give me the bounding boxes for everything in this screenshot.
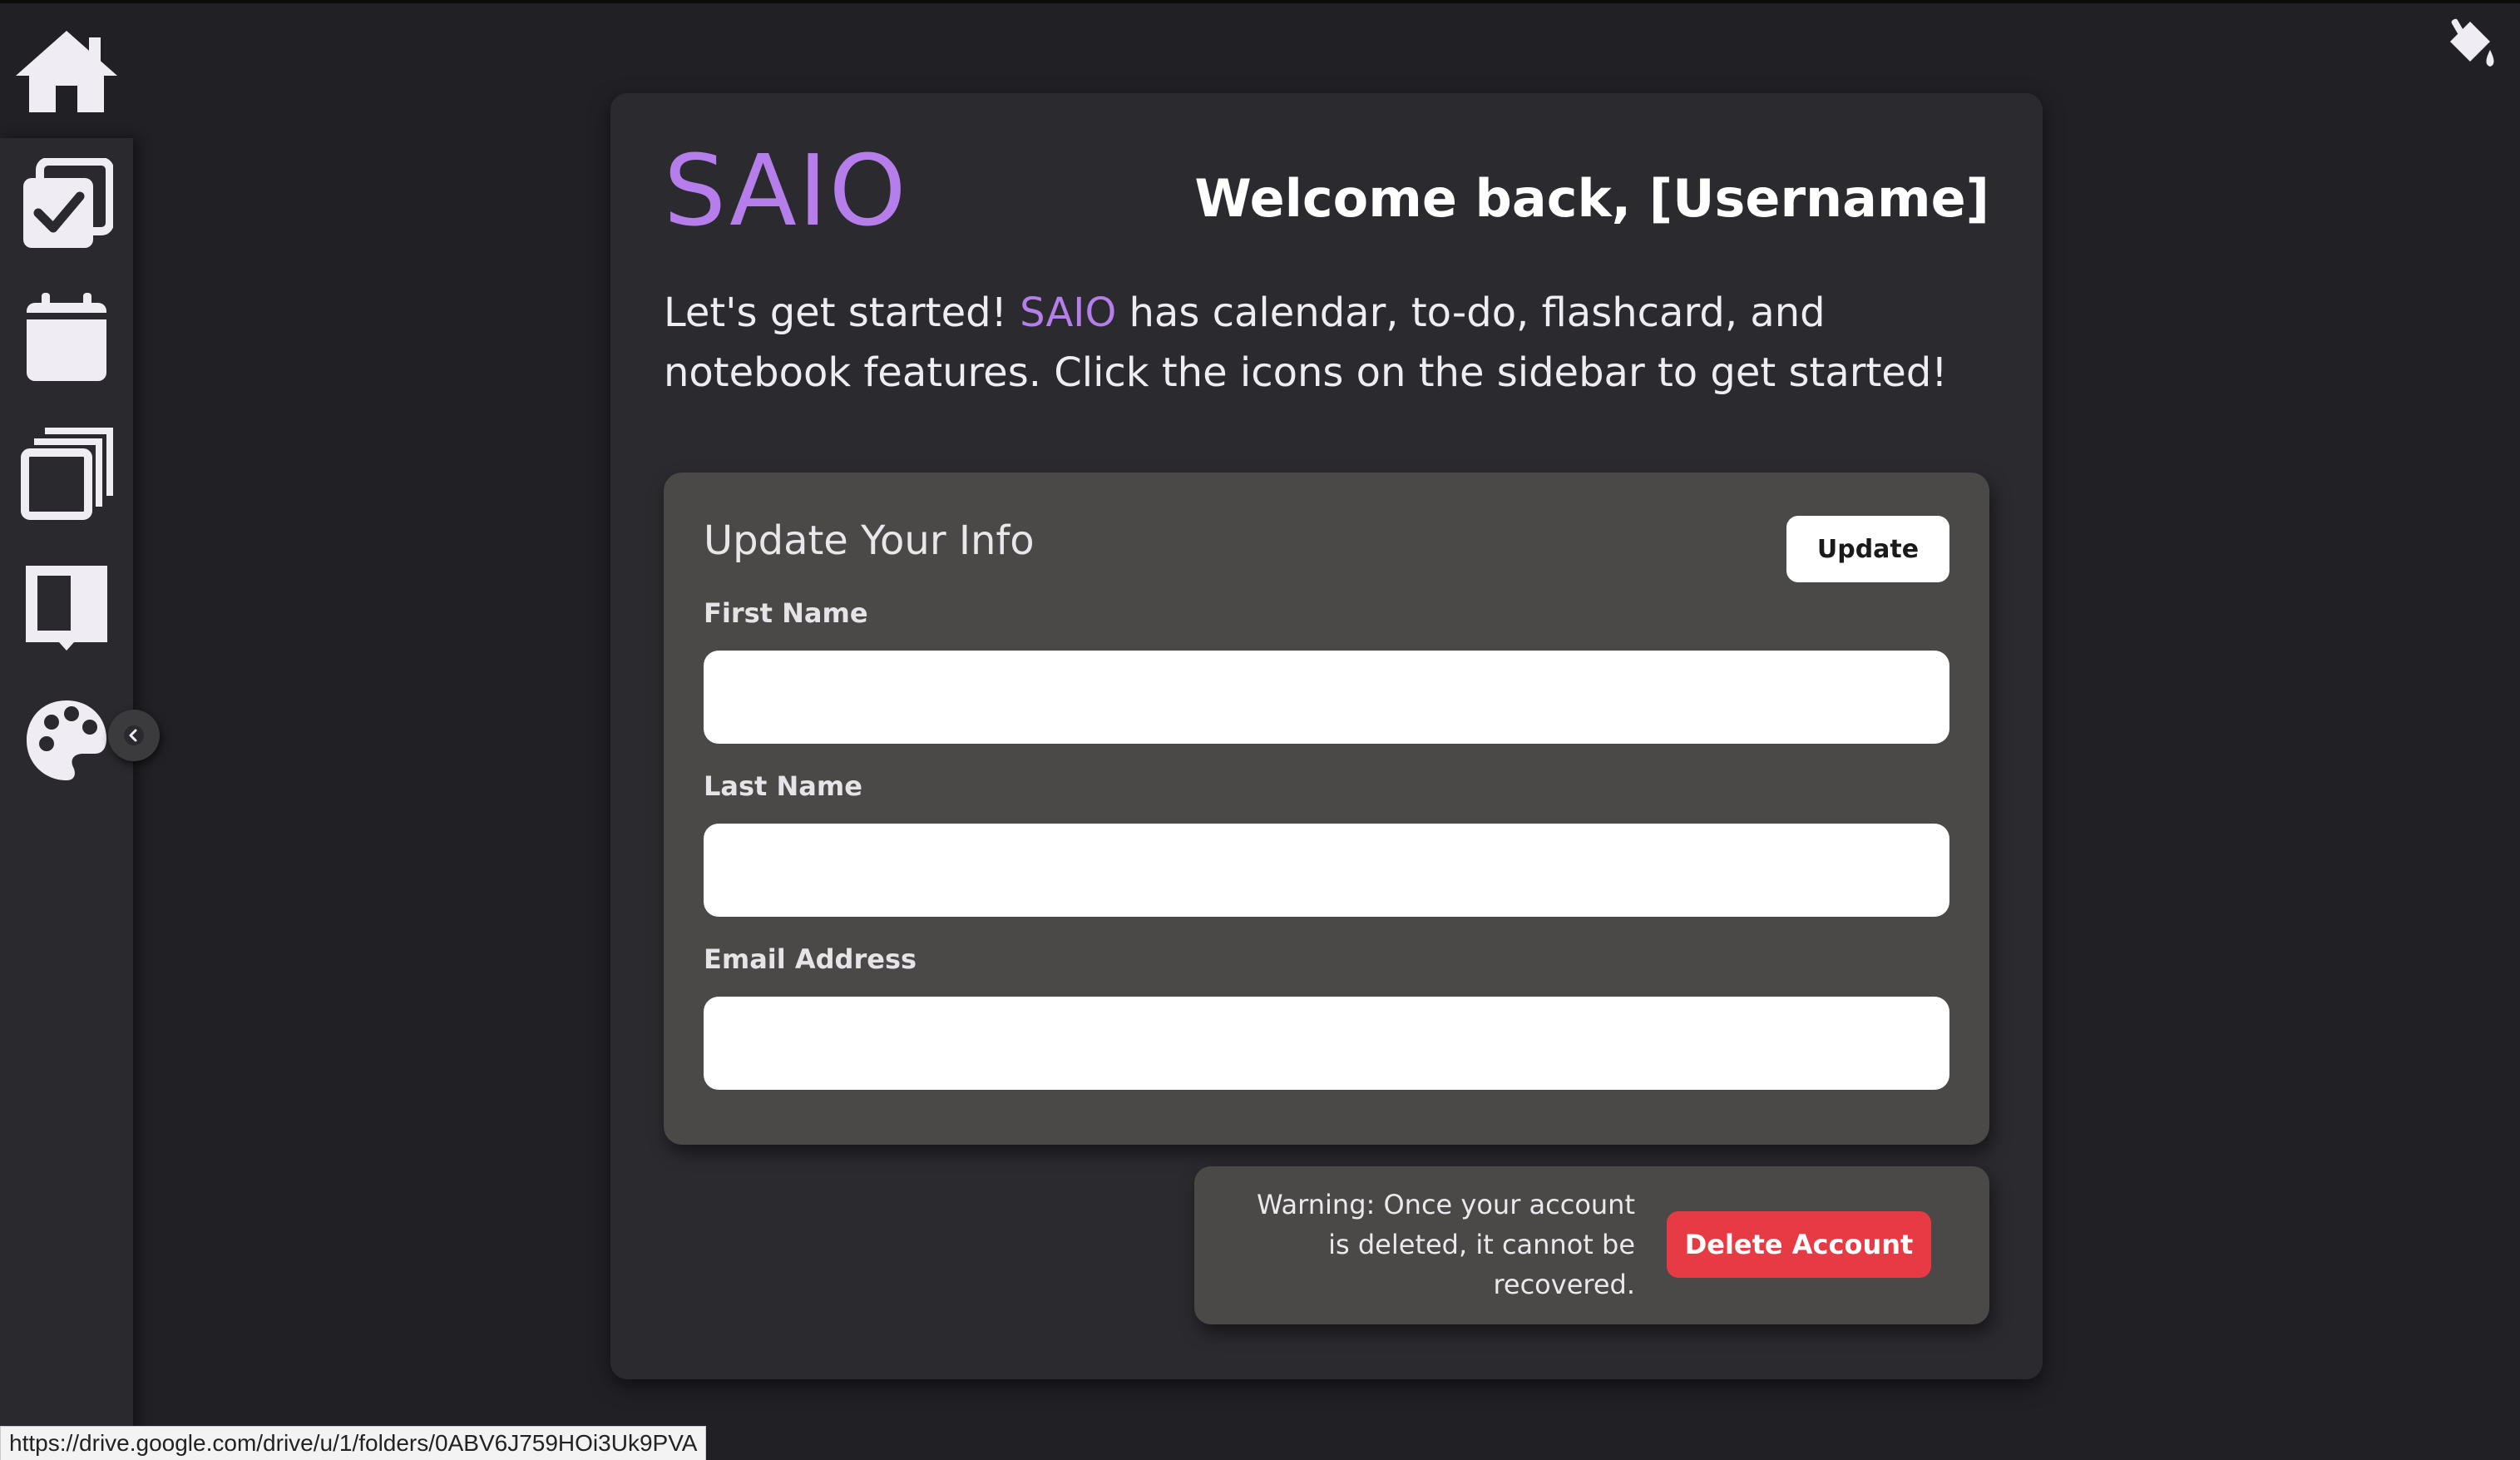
sidebar-item-todo[interactable] <box>17 155 116 255</box>
home-button[interactable] <box>10 25 123 118</box>
delete-account-button[interactable]: Delete Account <box>1667 1211 1931 1278</box>
email-field[interactable] <box>704 997 1949 1090</box>
sidebar-collapse-button[interactable] <box>108 710 160 761</box>
intro-text-start: Let's get started! <box>664 290 1020 336</box>
window-top-edge <box>0 0 2520 3</box>
delete-account-panel: Warning: Once your account is deleted, i… <box>1194 1166 1989 1324</box>
sidebar-item-themes[interactable] <box>17 690 116 790</box>
book-icon <box>26 566 107 651</box>
intro-text: Let's get started! SAIO has calendar, to… <box>664 283 1978 403</box>
main-card: SAIO Welcome back, [Username] Let's get … <box>610 93 2043 1379</box>
intro-brand: SAIO <box>1020 290 1117 336</box>
first-name-label: First Name <box>704 597 868 629</box>
last-name-label: Last Name <box>704 770 862 802</box>
brand-logo: SAIO <box>664 133 908 248</box>
palette-icon <box>27 700 106 780</box>
email-label: Email Address <box>704 943 917 975</box>
home-icon <box>16 31 117 112</box>
cards-icon <box>21 428 113 520</box>
theme-button[interactable] <box>2437 13 2503 80</box>
first-name-field[interactable] <box>704 651 1949 744</box>
update-info-panel: Update Your Info Update First Name Last … <box>664 473 1989 1145</box>
calendar-icon <box>27 293 106 381</box>
last-name-field[interactable] <box>704 824 1949 917</box>
sidebar <box>0 138 133 1460</box>
sidebar-item-calendar[interactable] <box>17 288 116 388</box>
chevron-left-icon <box>124 725 144 745</box>
delete-warning: Warning: Once your account is deleted, i… <box>1256 1189 1635 1300</box>
checklist-icon <box>23 158 113 248</box>
update-button[interactable]: Update <box>1786 516 1949 582</box>
paint-bucket-icon <box>2450 18 2494 67</box>
update-info-title: Update Your Info <box>704 517 1035 564</box>
sidebar-item-flashcards[interactable] <box>17 424 116 524</box>
welcome-heading: Welcome back, [Username] <box>1194 168 1989 229</box>
status-bar-url: https://drive.google.com/drive/u/1/folde… <box>0 1426 707 1460</box>
sidebar-item-notebook[interactable] <box>17 559 116 659</box>
